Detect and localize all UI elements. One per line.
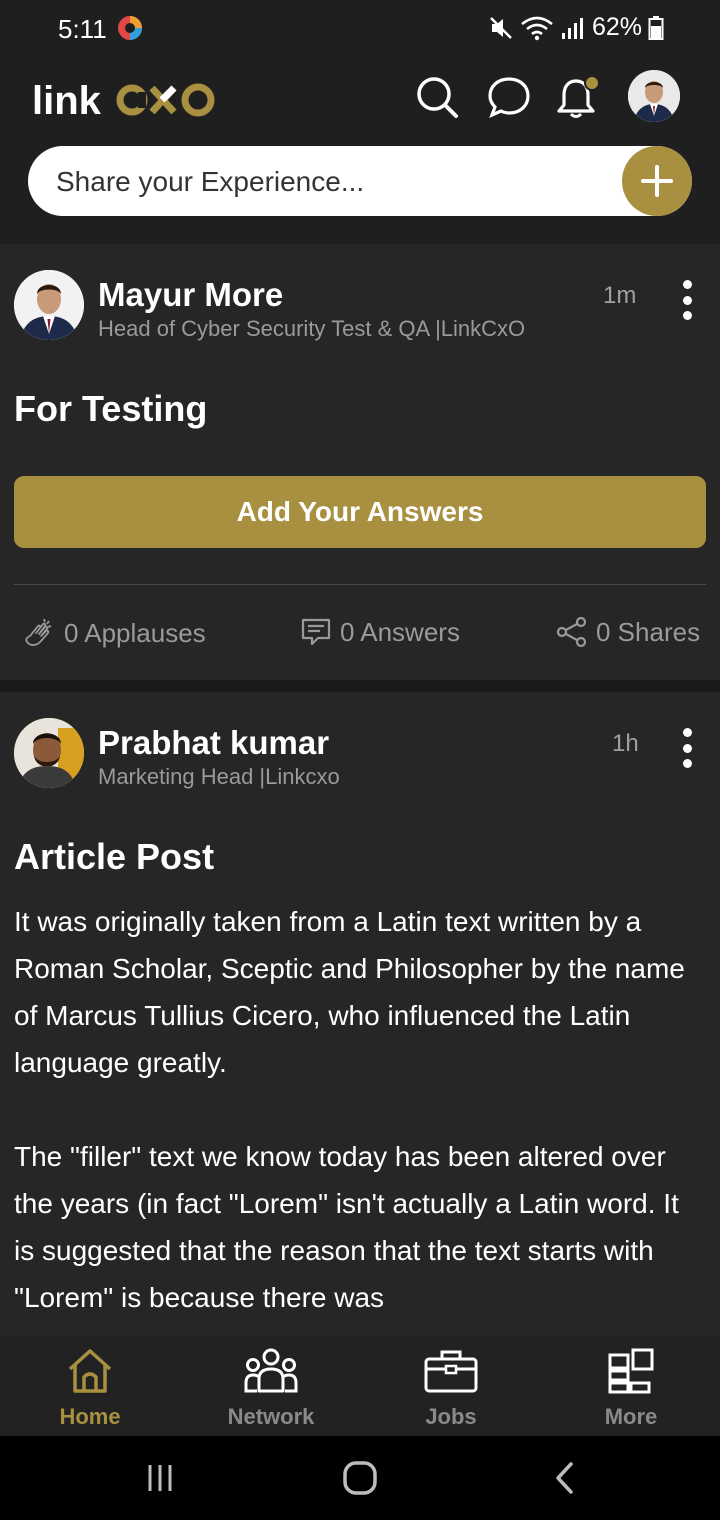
post-author-name[interactable]: Mayur More [98, 276, 283, 314]
post-stats: 0 Applauses 0 Answers 0 Shares [0, 616, 720, 656]
applause-count: 0 Applauses [64, 617, 206, 648]
home-icon [65, 1346, 115, 1396]
post-title: Article Post [14, 836, 215, 877]
battery-icon [648, 15, 664, 40]
mute-icon [490, 16, 512, 39]
add-post-button[interactable] [622, 146, 692, 216]
feed-post: Prabhat kumar Marketing Head |Linkcxo 1h… [0, 692, 720, 1336]
dot [682, 280, 692, 289]
briefcase-icon [423, 1346, 479, 1396]
nav-label: Network [227, 1404, 315, 1429]
answers-count: 0 Answers [340, 616, 460, 647]
dot [682, 311, 692, 320]
grid-icon [607, 1346, 655, 1396]
search-button[interactable] [412, 72, 462, 122]
post-options-button[interactable] [676, 728, 698, 768]
status-bar: 5:11 62% [0, 0, 720, 58]
post-author-name[interactable]: Prabhat kumar [98, 724, 329, 762]
home-circle-icon [343, 1461, 377, 1495]
avatar [14, 718, 84, 788]
nav-label: Jobs [425, 1404, 477, 1429]
home-system-button[interactable] [340, 1456, 380, 1500]
shares-count: 0 Shares [596, 616, 701, 647]
post-author-role: Head of Cyber Security Test & QA |LinkCx… [98, 316, 526, 341]
share-experience-input[interactable]: Share your Experience... [28, 146, 692, 216]
post-author-role: Marketing Head |Linkcxo [98, 764, 340, 789]
notifications-button[interactable] [553, 72, 603, 122]
post-paragraph: It was originally taken from a Latin tex… [14, 906, 685, 1078]
back-chevron-icon [556, 1462, 573, 1494]
signal-icon [561, 17, 583, 39]
nav-jobs[interactable]: Jobs [361, 1336, 541, 1436]
battery-percent: 62% [591, 13, 642, 41]
author-avatar[interactable] [14, 270, 84, 340]
plus-icon [641, 165, 673, 197]
post-paragraph: The "filler" text we know today has been… [14, 1141, 679, 1313]
bell-icon [557, 75, 600, 118]
profile-avatar[interactable] [628, 70, 680, 122]
svg-text:link: link [32, 79, 102, 123]
search-icon [417, 77, 458, 118]
dot [682, 295, 692, 305]
dot [682, 759, 692, 768]
messages-button[interactable] [484, 72, 534, 122]
recent-apps-button[interactable] [140, 1456, 180, 1500]
system-navigation-bar [0, 1436, 720, 1520]
linkcxo-logo[interactable]: link [32, 74, 222, 124]
divider [14, 584, 706, 585]
share-icon [556, 616, 587, 648]
dot [682, 728, 692, 737]
status-indicators: 62% [488, 13, 664, 42]
people-icon [243, 1346, 299, 1396]
nav-network[interactable]: Network [181, 1336, 361, 1436]
bottom-navigation: Home Network Jobs More [0, 1336, 720, 1436]
answers-button[interactable]: 0 Answers [300, 616, 460, 648]
back-button[interactable] [545, 1456, 585, 1500]
wifi-icon [521, 16, 553, 40]
post-title: For Testing [14, 388, 208, 429]
post-options-button[interactable] [676, 280, 698, 320]
share-button[interactable]: 0 Shares [556, 616, 700, 648]
author-avatar[interactable] [14, 718, 84, 788]
recent-apps-icon [148, 1465, 172, 1491]
feed-post: Mayur More Head of Cyber Security Test &… [0, 244, 720, 680]
avatar [628, 70, 680, 122]
app-header: link Share your Experience... [0, 58, 720, 244]
post-timestamp: 1h [612, 730, 639, 757]
nav-label: More [604, 1404, 658, 1429]
share-placeholder: Share your Experience... [56, 166, 365, 197]
dot [682, 743, 692, 753]
nav-more[interactable]: More [541, 1336, 720, 1436]
avatar [14, 270, 84, 340]
status-time: 5:11 [58, 14, 107, 44]
applause-button[interactable]: 0 Applauses [22, 616, 206, 650]
nav-label: Home [59, 1404, 121, 1429]
post-timestamp: 1m [603, 282, 637, 309]
chat-bubble-icon [488, 77, 530, 119]
clap-icon [25, 618, 52, 646]
comment-icon [301, 618, 331, 646]
app-notification-icon [118, 16, 142, 40]
post-body: It was originally taken from a Latin tex… [14, 898, 706, 1368]
add-answers-button[interactable]: Add Your Answers [14, 476, 706, 548]
nav-home[interactable]: Home [0, 1336, 180, 1436]
